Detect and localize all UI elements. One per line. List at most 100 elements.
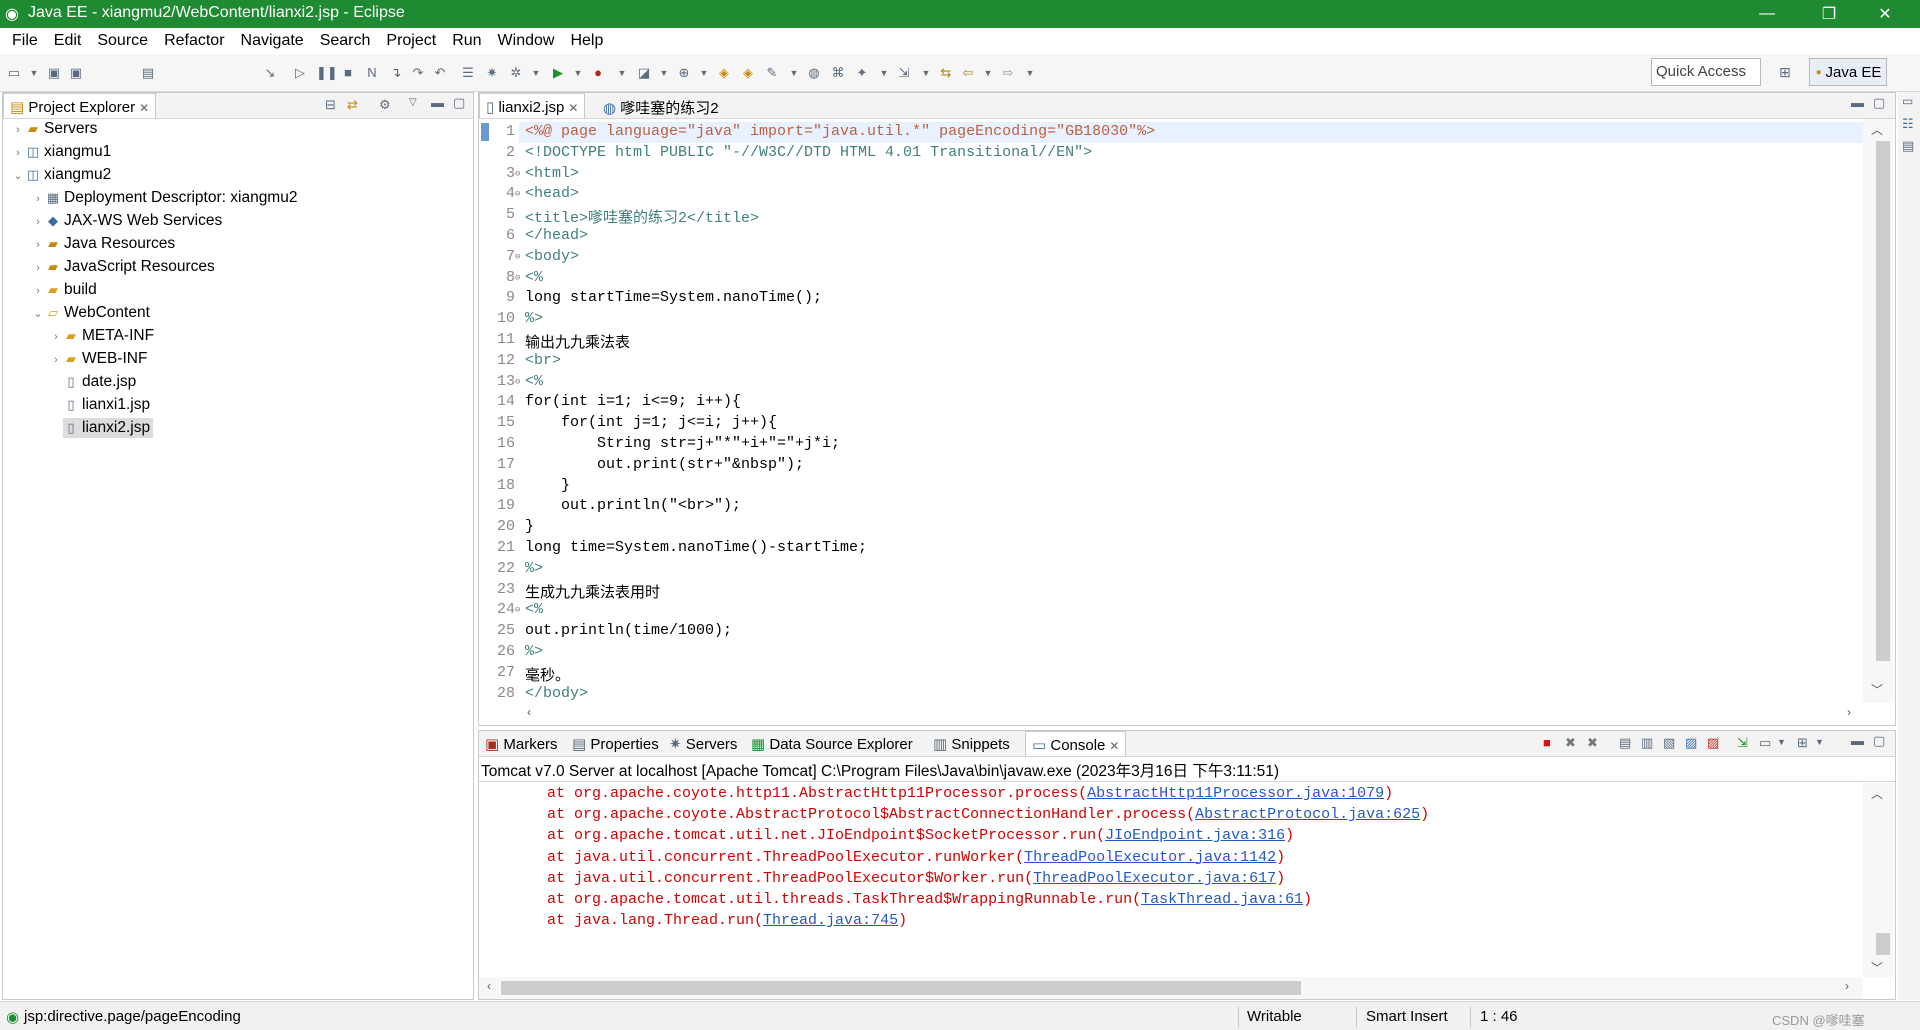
fold-icon[interactable]: ⊖	[515, 252, 520, 262]
chevron-right-icon[interactable]: ›	[49, 327, 63, 347]
outline-icon[interactable]: ☷	[1902, 116, 1914, 132]
fold-icon[interactable]: ⊖	[515, 169, 520, 179]
minimize-view-icon[interactable]: ▬	[431, 95, 444, 110]
tree-item-build[interactable]: › ▰ build	[31, 280, 97, 300]
chevron-down-icon[interactable]: ▼	[1815, 737, 1824, 747]
scroll-left-icon[interactable]: ‹	[527, 705, 531, 719]
tree-item-xiangmu2[interactable]: ⌄ ◫ xiangmu2	[11, 165, 111, 185]
menu-project[interactable]: Project	[378, 32, 444, 50]
servers-icon[interactable]: ✷	[484, 65, 500, 81]
chevron-down-icon[interactable]: ▼	[696, 65, 712, 81]
maximize-view-icon[interactable]: ▢	[1873, 733, 1885, 749]
chevron-down-icon[interactable]: ⌄	[31, 304, 45, 324]
tree-item-meta-inf[interactable]: › ▰ META-INF	[49, 326, 154, 346]
new-project-icon[interactable]: ◪	[636, 65, 652, 81]
restore-button[interactable]: ❐	[1806, 0, 1852, 28]
skip-breakpoints-icon[interactable]: ↘	[262, 65, 278, 81]
source-link[interactable]: JIoEndpoint.java:316	[1105, 827, 1285, 844]
perspective-java-ee[interactable]: ▪ Java EE	[1809, 58, 1887, 86]
tab-project-explorer[interactable]: ▤ Project Explorer ✕	[3, 93, 157, 118]
save-icon[interactable]: ▣	[46, 65, 62, 81]
menu-help[interactable]: Help	[562, 32, 611, 50]
terminate-icon[interactable]: ■	[340, 65, 356, 81]
code-editor[interactable]: 1 <%@ page language="java" import="java.u…	[479, 119, 1863, 703]
tab-snippets[interactable]: ▥ Snippets	[927, 731, 1016, 756]
close-icon[interactable]: ✕	[1109, 739, 1119, 753]
scroll-down-icon[interactable]: ﹀	[1871, 959, 1883, 976]
clear-console-icon[interactable]: ▤	[1619, 735, 1631, 751]
word-wrap-icon[interactable]: ▧	[1663, 735, 1675, 751]
last-edit-icon[interactable]: ⇆	[938, 65, 954, 81]
restore-view-icon[interactable]: ▭	[1902, 94, 1913, 108]
run-external-icon[interactable]: ●	[590, 65, 606, 81]
chevron-down-icon[interactable]: ▼	[528, 65, 544, 81]
scrollbar-thumb[interactable]	[1876, 141, 1890, 661]
scroll-down-icon[interactable]: ﹀	[1871, 681, 1883, 698]
close-icon[interactable]: ✕	[568, 101, 578, 115]
tab-servers[interactable]: ✷ Servers	[663, 731, 743, 756]
fold-icon[interactable]: ⊖	[515, 377, 520, 387]
scroll-left-icon[interactable]: ‹	[487, 979, 491, 993]
new-class-icon[interactable]: ⊕	[676, 65, 692, 81]
disconnect-icon[interactable]: N	[364, 65, 380, 81]
collapse-all-icon[interactable]: ⊟	[325, 97, 336, 113]
tab-lianxi2-jsp[interactable]: ▯ lianxi2.jsp ✕	[479, 93, 586, 118]
chevron-down-icon[interactable]: ▼	[980, 65, 996, 81]
tree-item-jax-ws[interactable]: › ◆ JAX-WS Web Services	[31, 211, 222, 231]
step-into-icon[interactable]: ↴	[388, 65, 404, 81]
run-icon[interactable]: ▶	[550, 65, 566, 81]
tab-markers[interactable]: ▣ Markers	[479, 731, 564, 756]
scroll-up-icon[interactable]: ︿	[1871, 785, 1883, 802]
source-link[interactable]: ThreadPoolExecutor.java:617	[1033, 870, 1276, 887]
chevron-down-icon[interactable]: ▼	[786, 65, 802, 81]
menu-navigate[interactable]: Navigate	[233, 32, 312, 50]
show-stdout-icon[interactable]: ▨	[1685, 735, 1697, 751]
resume-icon[interactable]: ▷	[292, 65, 308, 81]
scroll-right-icon[interactable]: ›	[1845, 979, 1849, 993]
view-menu-icon[interactable]: ▽	[409, 97, 417, 108]
menu-search[interactable]: Search	[312, 32, 379, 50]
console-horizontal-scrollbar[interactable]: ‹ ›	[479, 977, 1863, 999]
tab-data-source-explorer[interactable]: ▦ Data Source Explorer	[745, 731, 919, 756]
tree-item-xiangmu1[interactable]: › ◫ xiangmu1	[11, 142, 111, 162]
menu-window[interactable]: Window	[490, 32, 563, 50]
link-editor-icon[interactable]: ⇄	[347, 97, 358, 113]
open-type-icon[interactable]: ◈	[716, 65, 732, 81]
tree-item-lianxi1-jsp[interactable]: ▯ lianxi1.jsp	[63, 395, 150, 415]
show-stderr-icon[interactable]: ▨	[1707, 735, 1719, 751]
filter-icon[interactable]: ⚙	[379, 97, 391, 113]
open-task-icon[interactable]: ◈	[740, 65, 756, 81]
console-output[interactable]: at org.apache.coyote.http11.AbstractHttp…	[479, 783, 1863, 977]
new-icon[interactable]: ▭	[6, 65, 22, 81]
search-icon[interactable]: ✎	[764, 65, 780, 81]
tree-item-deployment-descriptor[interactable]: › ▦ Deployment Descriptor: xiangmu2	[31, 188, 297, 208]
quick-access-input[interactable]: Quick Access	[1651, 58, 1761, 86]
source-link[interactable]: ThreadPoolExecutor.java:1142	[1024, 849, 1276, 866]
list-icon[interactable]: ☰	[460, 65, 476, 81]
web-browser-icon[interactable]: ⌘	[830, 65, 846, 81]
minimize-view-icon[interactable]: ▬	[1851, 95, 1864, 110]
chevron-right-icon[interactable]: ›	[31, 212, 45, 232]
minimize-view-icon[interactable]: ▬	[1851, 733, 1864, 748]
save-all-icon[interactable]: ▣	[68, 65, 84, 81]
editor-horizontal-scrollbar[interactable]: ‹ ›	[479, 703, 1863, 725]
tree-item-lianxi2-jsp[interactable]: ▯ lianxi2.jsp	[63, 418, 154, 438]
source-link[interactable]: TaskThread.java:61	[1141, 891, 1303, 908]
menu-refactor[interactable]: Refactor	[156, 32, 232, 50]
forward-icon[interactable]: ⇨	[1000, 65, 1016, 81]
scrollbar-thumb[interactable]	[1876, 933, 1890, 955]
chevron-right-icon[interactable]: ›	[31, 281, 45, 301]
task-list-icon[interactable]: ▤	[1902, 138, 1914, 154]
menu-edit[interactable]: Edit	[46, 32, 90, 50]
menu-file[interactable]: File	[4, 32, 46, 50]
source-link[interactable]: Thread.java:745	[763, 912, 898, 929]
chevron-right-icon[interactable]: ›	[11, 120, 25, 140]
fold-icon[interactable]: ⊖	[515, 189, 520, 199]
menu-source[interactable]: Source	[89, 32, 156, 50]
tree-item-date-jsp[interactable]: ▯ date.jsp	[63, 372, 136, 392]
remove-all-icon[interactable]: ✖	[1587, 735, 1598, 751]
step-return-icon[interactable]: ↶	[432, 65, 448, 81]
tab-web-browser[interactable]: ◍ 嗲哇塞的练习2	[597, 93, 725, 118]
tree-item-java-resources[interactable]: › ▰ Java Resources	[31, 234, 175, 254]
scroll-right-icon[interactable]: ›	[1847, 705, 1851, 719]
